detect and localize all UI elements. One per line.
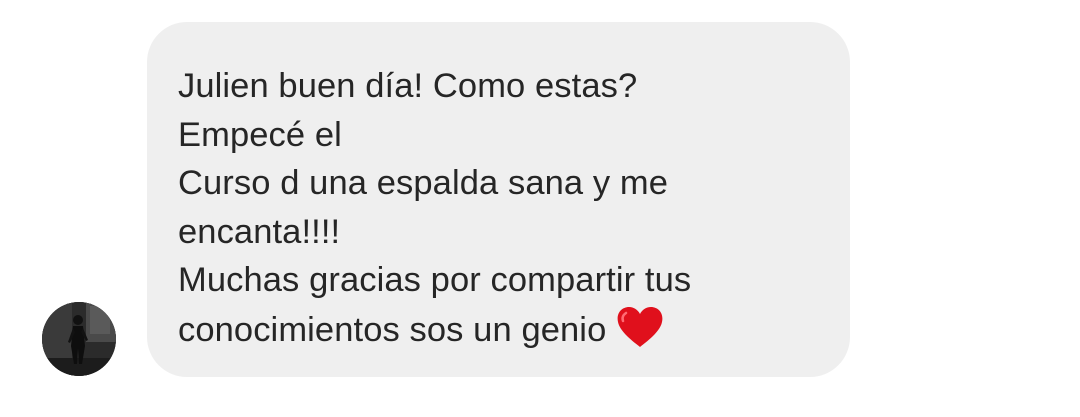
message-line-1: Julien buen día! Como estas? [178, 67, 638, 105]
avatar-photo [42, 302, 116, 376]
message-line-5: Muchas gracias por compartir tus [178, 261, 692, 299]
message-line-4: encanta!!!! [178, 212, 341, 251]
message-line-6-wrapper: conocimientos sos un genio [178, 305, 820, 363]
chat-thread: Julien buen día! Como estas? Empecé el C… [0, 0, 1080, 417]
message-line-3: Curso d una espalda sana y me [178, 164, 669, 202]
sender-avatar[interactable] [42, 302, 116, 376]
heart-icon [616, 305, 664, 363]
message-line-6: conocimientos sos un genio [178, 310, 607, 349]
message-line-2: Empecé el [178, 115, 342, 154]
message-bubble[interactable]: Julien buen día! Como estas? Empecé el C… [147, 22, 850, 377]
